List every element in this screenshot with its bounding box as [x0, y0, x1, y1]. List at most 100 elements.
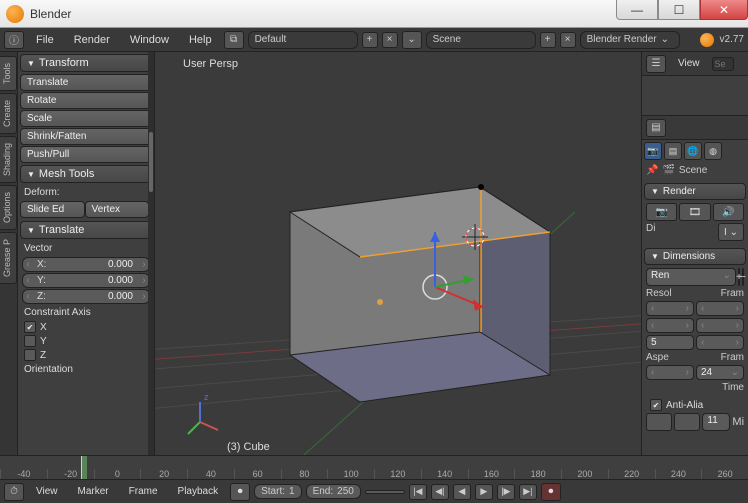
shrink-fatten-button[interactable]: Shrink/Fatten: [20, 128, 152, 145]
chevron-left-icon[interactable]: ‹: [23, 291, 33, 302]
add-scene-button[interactable]: +: [540, 32, 556, 48]
render-preset-selector[interactable]: Ren⌄: [646, 268, 736, 286]
editor-type-properties-icon[interactable]: ▤: [646, 119, 666, 137]
resolution-y-field[interactable]: ‹›: [646, 318, 694, 333]
back-to-previous-icon[interactable]: ⧉: [224, 31, 244, 49]
pin-icon[interactable]: 📌: [646, 165, 658, 176]
outliner-view-menu[interactable]: View: [670, 58, 708, 69]
tab-options[interactable]: Options: [0, 185, 17, 230]
render-audio-button[interactable]: 🔊: [713, 203, 744, 221]
playhead[interactable]: [81, 456, 87, 479]
editor-type-timeline-icon[interactable]: ⏱: [4, 483, 24, 501]
scene-context-icon[interactable]: 🌐: [684, 142, 702, 160]
world-context-icon[interactable]: ◍: [704, 142, 722, 160]
record-button[interactable]: ⏺: [541, 483, 561, 501]
tl-menu-marker[interactable]: Marker: [70, 486, 117, 497]
resolution-percent-field[interactable]: 5: [646, 335, 694, 350]
breadcrumb-scene[interactable]: Scene: [679, 165, 707, 176]
vector-z-field[interactable]: ‹ Z: 0.000 ›: [22, 289, 150, 304]
vertex-slide-button[interactable]: Vertex: [85, 201, 150, 218]
mitchell-label: Mi: [732, 416, 744, 428]
constraint-x-checkbox[interactable]: X: [18, 320, 154, 334]
remove-preset-button[interactable]: −: [742, 268, 744, 286]
menu-file[interactable]: File: [28, 34, 62, 46]
maximize-button[interactable]: ☐: [658, 0, 700, 20]
dimensions-panel-header[interactable]: Dimensions: [644, 248, 746, 265]
toolshelf-scrollbar[interactable]: [148, 52, 154, 503]
edge-slide-button[interactable]: Slide Ed: [20, 201, 85, 218]
timeline-ruler[interactable]: -40 -20 0 20 40 60 80 100 120 140 160 18…: [0, 455, 748, 479]
tab-tools[interactable]: Tools: [0, 56, 17, 91]
frame-start-field[interactable]: ‹›: [696, 301, 744, 316]
menu-window[interactable]: Window: [122, 34, 177, 46]
tl-menu-view[interactable]: View: [28, 486, 66, 497]
minimize-button[interactable]: —: [616, 0, 658, 20]
editor-type-icon[interactable]: ⓘ: [4, 31, 24, 49]
info-header: ⓘ File Render Window Help ⧉ Default + × …: [0, 28, 748, 52]
anti-aliasing-checkbox[interactable]: Anti-Alia: [644, 398, 746, 412]
tool-tabs: Tools Create Shading Options Grease P: [0, 52, 18, 503]
tab-grease-pencil[interactable]: Grease P: [0, 232, 17, 284]
vector-x-field[interactable]: ‹ X: 0.000 ›: [22, 257, 150, 272]
jump-to-end-button[interactable]: ▶|: [519, 484, 537, 500]
aa-8-button[interactable]: [674, 413, 700, 431]
rotate-button[interactable]: Rotate: [20, 92, 152, 109]
close-button[interactable]: ✕: [700, 0, 748, 20]
translate-op-header[interactable]: Translate: [20, 221, 152, 239]
mesh-tools-panel-header[interactable]: Mesh Tools: [20, 165, 152, 183]
aspect-label: Aspe: [646, 352, 669, 363]
start-frame-field[interactable]: Start: 1: [254, 484, 301, 499]
tab-shading[interactable]: Shading: [0, 136, 17, 183]
window-controls: — ☐ ✕: [616, 0, 748, 27]
render-context-icon[interactable]: 📷: [644, 142, 662, 160]
outliner-body[interactable]: [642, 76, 748, 116]
active-object-label: (3) Cube: [227, 441, 270, 453]
aa-samples-field[interactable]: 11: [702, 413, 730, 431]
aspect-x-field[interactable]: ‹›: [646, 365, 694, 380]
render-anim-button[interactable]: 🎞: [679, 203, 710, 221]
outliner-search-input[interactable]: [712, 57, 734, 71]
keyframe-prev-button[interactable]: ◀|: [431, 484, 449, 500]
scale-button[interactable]: Scale: [20, 110, 152, 127]
aa-5-button[interactable]: [646, 413, 672, 431]
vector-y-field[interactable]: ‹ Y: 0.000 ›: [22, 273, 150, 288]
tl-menu-playback[interactable]: Playback: [170, 486, 227, 497]
play-reverse-button[interactable]: ◀: [453, 484, 471, 500]
screen-layout-selector[interactable]: Default: [248, 31, 358, 49]
add-layout-button[interactable]: +: [362, 32, 378, 48]
frame-end-field[interactable]: ‹›: [696, 318, 744, 333]
render-engine-selector[interactable]: Blender Render ⌄: [580, 31, 680, 49]
frame-step-field[interactable]: ‹›: [696, 335, 744, 350]
resolution-x-field[interactable]: ‹›: [646, 301, 694, 316]
jump-to-start-button[interactable]: |◀: [409, 484, 427, 500]
display-mode-selector[interactable]: I ⌄: [718, 223, 744, 241]
editor-type-outliner-icon[interactable]: ☰: [646, 55, 666, 73]
translate-button[interactable]: Translate: [20, 74, 152, 91]
tab-create[interactable]: Create: [0, 93, 17, 134]
transform-panel-header[interactable]: Transform: [20, 54, 152, 72]
render-image-button[interactable]: 📷: [646, 203, 677, 221]
chevron-left-icon[interactable]: ‹: [23, 275, 33, 286]
play-button[interactable]: ▶: [475, 484, 493, 500]
menu-render[interactable]: Render: [66, 34, 118, 46]
constraint-z-checkbox[interactable]: Z: [18, 348, 154, 362]
end-frame-field[interactable]: End: 250: [306, 484, 361, 499]
chevron-left-icon[interactable]: ‹: [23, 259, 33, 270]
auto-keyframe-icon[interactable]: ⏺: [230, 483, 250, 501]
render-panel-header[interactable]: Render: [644, 183, 746, 200]
scene-selector[interactable]: Scene: [426, 31, 536, 49]
3d-viewport[interactable]: User Persp: [155, 52, 641, 503]
delete-layout-button[interactable]: ×: [382, 32, 398, 48]
push-pull-button[interactable]: Push/Pull: [20, 146, 152, 163]
current-frame-field[interactable]: [365, 490, 405, 494]
fps-field[interactable]: 24⌄: [696, 365, 744, 380]
tl-menu-frame[interactable]: Frame: [121, 486, 166, 497]
vector-y-value: 0.000: [55, 274, 139, 287]
scene-browse-icon[interactable]: ⌄: [402, 31, 422, 49]
keyframe-next-button[interactable]: |▶: [497, 484, 515, 500]
render-layers-context-icon[interactable]: ▤: [664, 142, 682, 160]
constraint-y-checkbox[interactable]: Y: [18, 334, 154, 348]
timeline-header: ⏱ View Marker Frame Playback ⏺ Start: 1 …: [0, 479, 748, 503]
delete-scene-button[interactable]: ×: [560, 32, 576, 48]
menu-help[interactable]: Help: [181, 34, 220, 46]
